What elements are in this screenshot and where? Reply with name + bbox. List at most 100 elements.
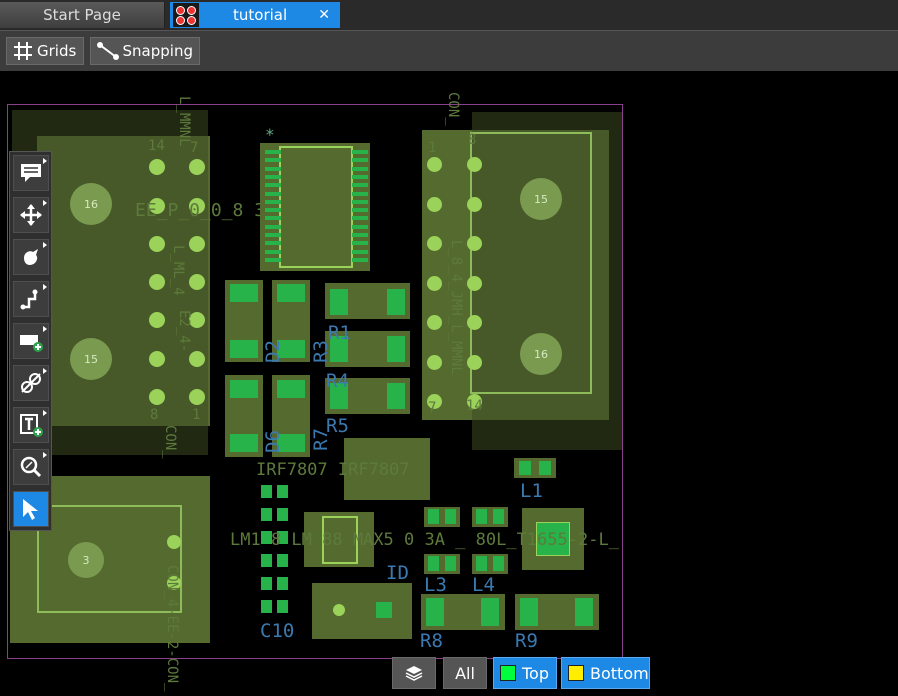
pad[interactable] [352, 257, 368, 262]
pad[interactable] [352, 241, 368, 246]
tab-tutorial[interactable]: tutorial ✕ [170, 2, 340, 28]
text-tool[interactable] [13, 407, 49, 443]
pad[interactable] [427, 196, 442, 212]
all-layers-button[interactable]: All [443, 657, 487, 689]
pad[interactable] [428, 509, 439, 524]
pad[interactable] [387, 289, 405, 315]
footprint-diode-large[interactable] [312, 583, 412, 639]
pad[interactable] [427, 275, 442, 291]
pad[interactable] [265, 224, 281, 229]
pad[interactable] [149, 351, 165, 367]
pad[interactable] [189, 159, 205, 175]
pad[interactable] [575, 598, 593, 626]
pad[interactable] [261, 600, 272, 613]
pad[interactable] [277, 554, 288, 567]
pad[interactable] [149, 389, 165, 405]
pad[interactable] [265, 191, 281, 196]
pad[interactable] [277, 600, 288, 613]
pad[interactable] [261, 485, 272, 498]
pad[interactable] [519, 461, 531, 475]
pad[interactable] [467, 157, 482, 172]
pad[interactable] [426, 598, 444, 626]
pad[interactable] [277, 577, 288, 590]
pad[interactable] [352, 191, 368, 196]
pad[interactable] [230, 380, 258, 398]
pad[interactable] [230, 434, 258, 452]
pad[interactable] [189, 274, 205, 290]
pad[interactable] [277, 380, 305, 398]
select-tool[interactable] [13, 491, 49, 527]
bottom-layer-button[interactable]: Bottom [561, 657, 650, 689]
pad[interactable] [352, 224, 368, 229]
zoom-tool[interactable] [13, 449, 49, 485]
pad[interactable] [261, 554, 272, 567]
pad[interactable] [265, 241, 281, 246]
pad[interactable] [352, 166, 368, 171]
pad[interactable] [427, 315, 442, 330]
pad[interactable] [277, 284, 305, 302]
pad[interactable] [376, 602, 392, 618]
pad[interactable] [467, 354, 482, 370]
pad[interactable] [330, 289, 348, 315]
move-tool[interactable] [13, 197, 49, 233]
pad[interactable] [352, 174, 368, 179]
pad[interactable] [265, 233, 281, 237]
pad[interactable] [189, 236, 205, 252]
snapping-button[interactable]: Snapping [90, 37, 200, 65]
pad[interactable] [333, 604, 345, 616]
pad[interactable] [265, 183, 281, 188]
pad[interactable] [352, 183, 368, 188]
pad[interactable] [539, 461, 551, 475]
pad[interactable] [467, 315, 482, 330]
pad[interactable] [189, 351, 205, 367]
pad[interactable] [265, 158, 281, 163]
pad[interactable] [467, 236, 482, 251]
pad[interactable] [352, 216, 368, 221]
pad[interactable] [427, 354, 442, 370]
pad[interactable] [265, 249, 281, 254]
pad[interactable] [277, 485, 288, 498]
pad[interactable] [352, 249, 368, 254]
pad[interactable] [352, 208, 368, 213]
pad[interactable] [427, 157, 442, 172]
pad[interactable] [149, 312, 165, 328]
pad[interactable] [265, 150, 281, 154]
connect-tool[interactable] [13, 365, 49, 401]
pad[interactable] [467, 275, 482, 291]
pad[interactable] [427, 236, 442, 251]
grids-button[interactable]: Grids [6, 37, 84, 65]
pad[interactable] [261, 508, 272, 521]
pad[interactable] [352, 199, 368, 204]
pad[interactable] [277, 508, 288, 521]
pad[interactable] [230, 284, 258, 302]
add-component-tool[interactable] [13, 323, 49, 359]
pad[interactable] [387, 336, 405, 362]
tab-start-page[interactable]: Start Page [0, 2, 165, 28]
pad[interactable] [445, 556, 456, 571]
pad[interactable] [481, 598, 499, 626]
pad[interactable] [265, 216, 281, 221]
pad[interactable] [265, 208, 281, 213]
pad[interactable] [265, 166, 281, 171]
pad[interactable] [352, 150, 368, 154]
pad[interactable] [189, 389, 205, 405]
pad[interactable] [352, 158, 368, 163]
pad[interactable] [261, 577, 272, 590]
pad[interactable] [476, 556, 487, 571]
pad[interactable] [493, 509, 504, 524]
pan-tool[interactable] [13, 239, 49, 275]
pad[interactable] [149, 159, 165, 175]
pad[interactable] [149, 274, 165, 290]
pad[interactable] [428, 556, 439, 571]
close-tab-icon[interactable]: ✕ [318, 7, 330, 23]
pad[interactable] [445, 509, 456, 524]
pad[interactable] [265, 199, 281, 204]
pad[interactable] [230, 340, 258, 358]
top-layer-button[interactable]: Top [493, 657, 557, 689]
pad[interactable] [520, 598, 538, 626]
pad[interactable] [387, 383, 405, 409]
comment-tool[interactable] [13, 155, 49, 191]
pad[interactable] [352, 233, 368, 237]
pad[interactable] [493, 556, 504, 571]
pad[interactable] [476, 509, 487, 524]
